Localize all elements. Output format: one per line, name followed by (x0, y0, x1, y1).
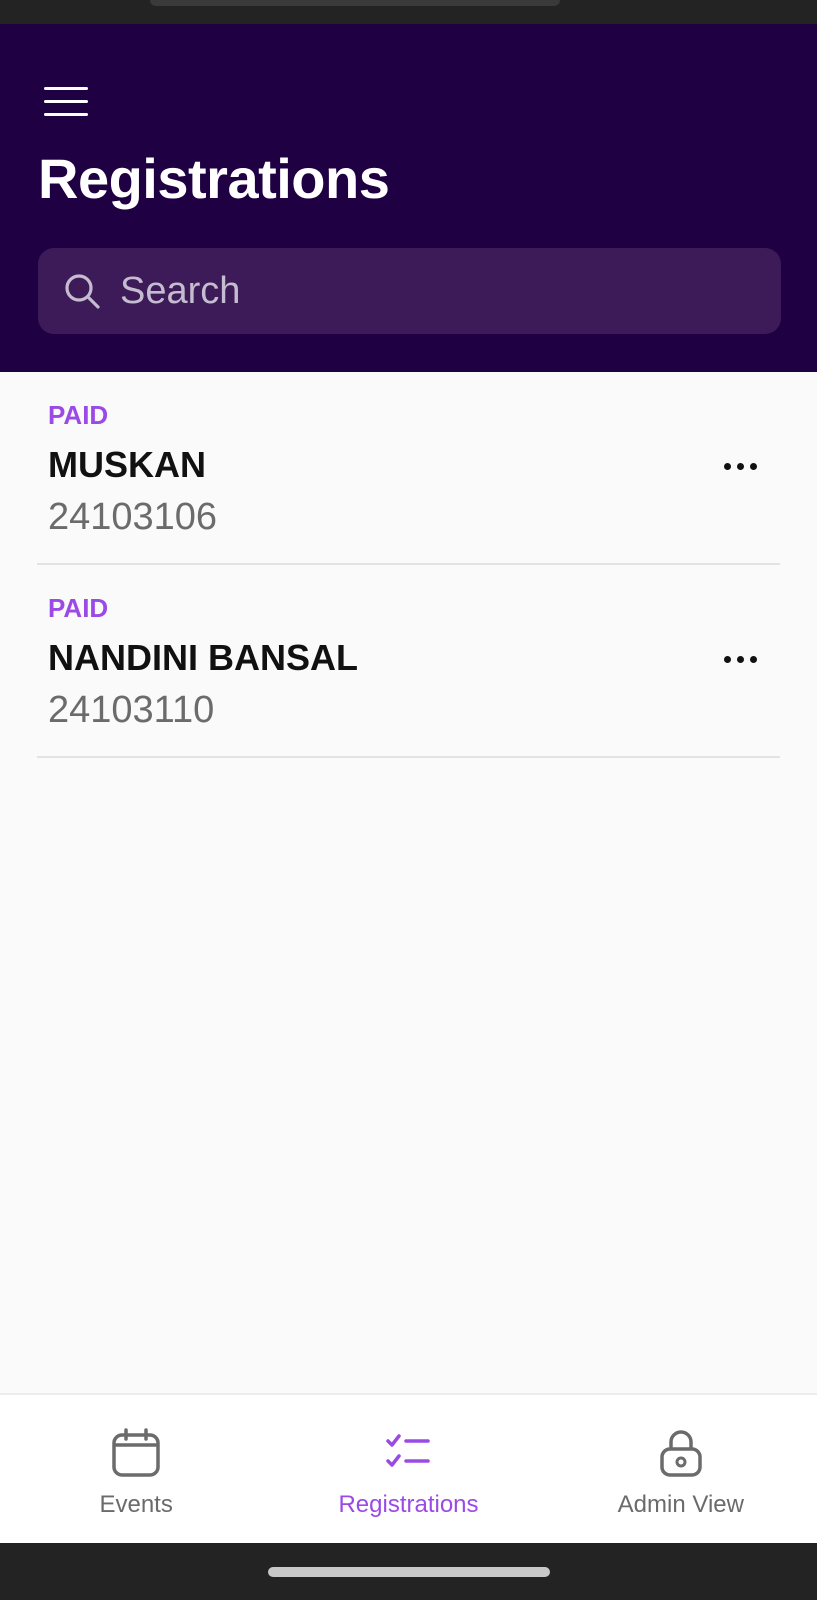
tab-registrations-label: Registrations (338, 1491, 479, 1518)
tab-admin-view-label: Admin View (617, 1491, 744, 1518)
registration-list: PAID MUSKAN 24103106 PAID NANDINI BANSAL… (0, 372, 817, 758)
more-dots-icon (736, 462, 744, 470)
search-bar[interactable] (38, 248, 781, 334)
camera-notch (150, 0, 560, 6)
list-item[interactable]: PAID NANDINI BANSAL 24103110 (37, 565, 780, 758)
lock-icon (660, 1430, 702, 1477)
more-options-button[interactable] (712, 639, 768, 679)
page-title: Registrations (38, 147, 390, 210)
more-dots-icon (723, 655, 731, 663)
status-badge: PAID (48, 400, 109, 430)
more-dots-icon (749, 462, 757, 470)
search-input[interactable] (120, 261, 781, 321)
registrant-id: 24103110 (48, 689, 215, 731)
registrant-name: MUSKAN (48, 444, 206, 485)
checklist-icon (386, 1434, 431, 1467)
home-gesture-handle[interactable] (268, 1567, 550, 1577)
menu-button[interactable] (36, 76, 96, 126)
tab-admin-view[interactable]: Admin View (545, 1395, 817, 1543)
registrant-name: NANDINI BANSAL (48, 637, 358, 678)
system-navigation-bar (0, 1543, 817, 1600)
bottom-navigation: Events Registrations Admin View (0, 1393, 817, 1543)
tab-events[interactable]: Events (0, 1395, 272, 1543)
more-options-button[interactable] (712, 446, 768, 486)
hamburger-icon-line (44, 86, 88, 90)
more-dots-icon (723, 462, 731, 470)
calendar-icon (112, 1428, 160, 1477)
more-dots-icon (749, 655, 757, 663)
hamburger-icon-line (44, 99, 88, 103)
tab-events-label: Events (99, 1491, 173, 1518)
list-item[interactable]: PAID MUSKAN 24103106 (37, 372, 780, 565)
registrant-id: 24103106 (48, 496, 218, 538)
tab-registrations[interactable]: Registrations (272, 1395, 544, 1543)
status-bar (0, 0, 817, 24)
status-badge: PAID (48, 593, 109, 623)
more-dots-icon (736, 655, 744, 663)
hamburger-icon-line (44, 112, 88, 116)
app-header: Registrations (0, 24, 817, 372)
search-icon (65, 274, 100, 309)
app-screen: Registrations PAID MUSKAN 24103106 PAID … (0, 0, 817, 1600)
